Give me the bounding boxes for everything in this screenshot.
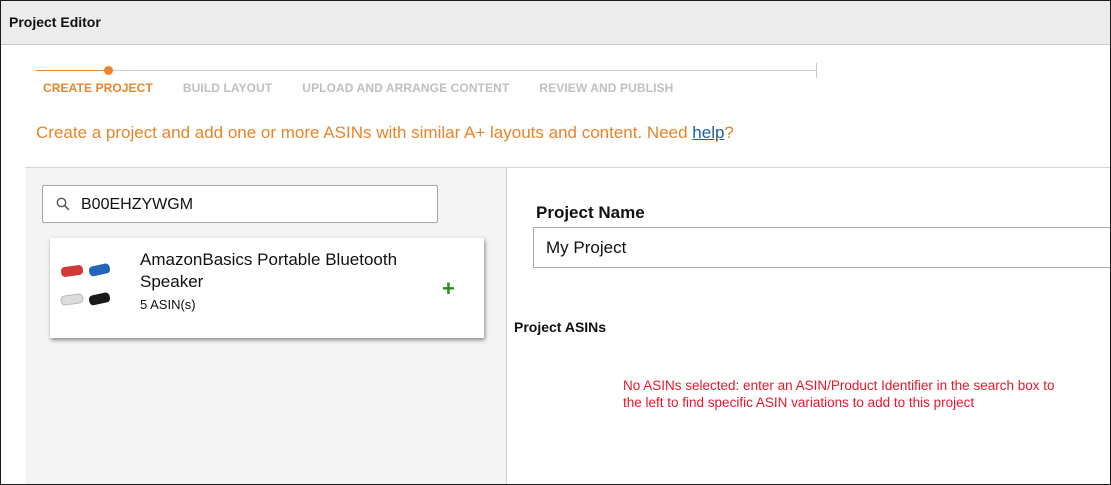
empty-asins-message: No ASINs selected: enter an ASIN/Product… — [623, 378, 1055, 410]
window-title: Project Editor — [9, 14, 101, 30]
project-asins-label: Project ASINs — [514, 319, 607, 335]
speaker-thumbnails — [60, 263, 111, 306]
project-name-label: Project Name — [536, 203, 645, 222]
speaker-red-thumb — [60, 265, 84, 277]
search-value[interactable]: B00EHZYWGM — [81, 196, 193, 214]
project-name-field[interactable]: My Project — [533, 227, 1110, 268]
step-create-project[interactable]: CREATE PROJECT — [43, 81, 153, 95]
intro-text: Create a project and add one or more ASI… — [36, 123, 734, 143]
search-icon — [56, 197, 70, 211]
stepper-track — [110, 70, 816, 71]
speaker-white-thumb — [60, 293, 84, 306]
step-upload-arrange-content[interactable]: UPLOAD AND ARRANGE CONTENT — [302, 81, 509, 95]
stepper-progress-line — [36, 70, 110, 71]
speaker-blue-thumb — [88, 263, 111, 277]
progress-stepper: CREATE PROJECT BUILD LAYOUT UPLOAD AND ARR… — [36, 63, 826, 103]
help-link[interactable]: help — [692, 123, 724, 142]
intro-suffix: ? — [724, 123, 734, 142]
project-editor-window: Project Editor CREATE PROJECT BUILD LAYOU… — [0, 0, 1111, 485]
add-icon[interactable]: + — [442, 276, 455, 302]
asin-search-input[interactable]: B00EHZYWGM — [42, 185, 438, 223]
project-name-value[interactable]: My Project — [546, 238, 626, 258]
search-result-item[interactable]: AmazonBasics Portable Bluetooth Speaker … — [50, 238, 484, 338]
product-thumbnails — [60, 256, 115, 316]
step-labels: CREATE PROJECT BUILD LAYOUT UPLOAD AND ARR… — [43, 81, 703, 95]
intro-message: Create a project and add one or more ASI… — [36, 123, 693, 142]
asin-count: 5 ASIN(s) — [140, 297, 196, 312]
step-review-publish[interactable]: REVIEW AND PUBLISH — [539, 81, 673, 95]
current-step-dot — [104, 66, 113, 75]
product-name: AmazonBasics Portable Bluetooth Speaker — [140, 250, 398, 291]
title-bar: Project Editor — [1, 1, 1110, 45]
stepper-end-tick — [816, 63, 817, 78]
speaker-black-thumb — [88, 292, 111, 306]
step-build-layout[interactable]: BUILD LAYOUT — [183, 81, 272, 95]
